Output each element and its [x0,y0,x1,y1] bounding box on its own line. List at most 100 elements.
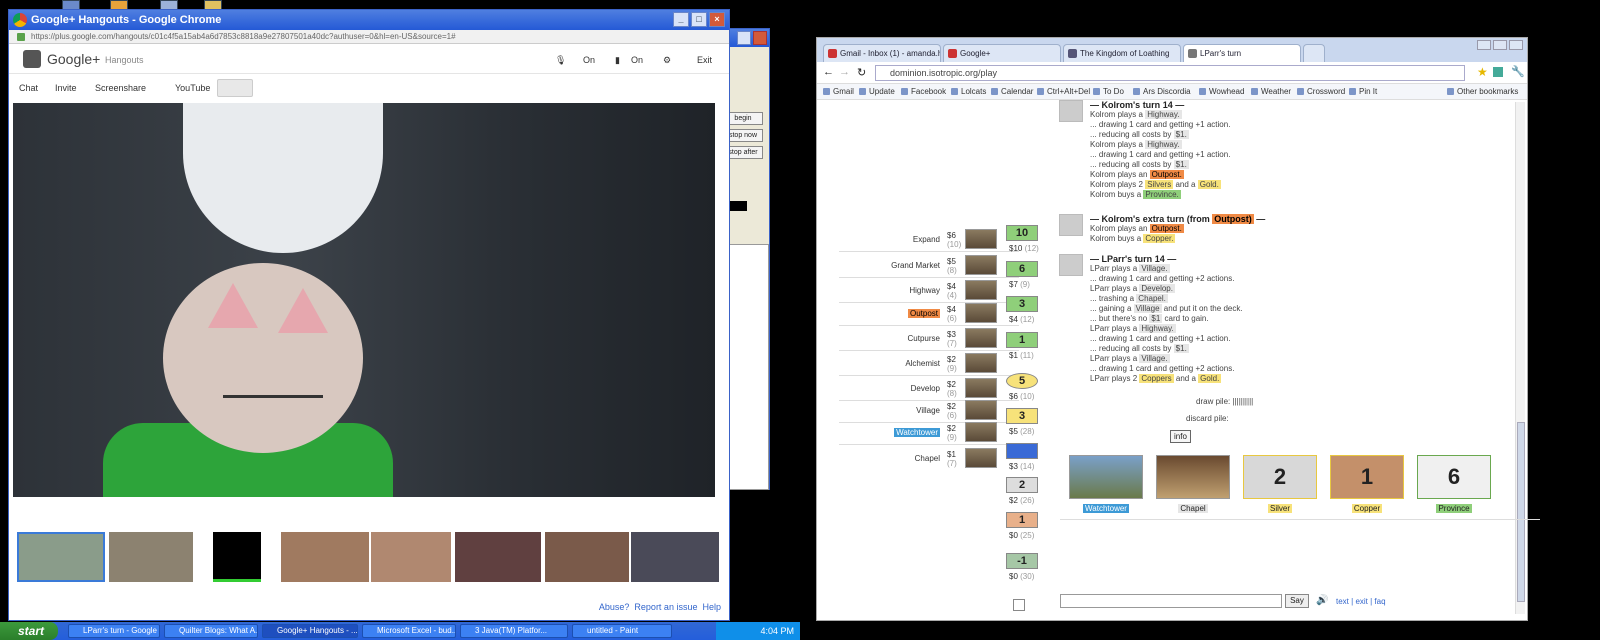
bookmark-gmail[interactable]: Gmail [823,87,854,96]
base-card[interactable]: 1 [1006,512,1038,528]
participant-thumb[interactable] [631,532,719,582]
reload-icon[interactable]: ↻ [857,66,866,79]
participant-thumb[interactable] [109,532,193,582]
taskbar-item[interactable]: Microsoft Excel - bud... [362,624,456,638]
new-tab-button[interactable] [1303,44,1325,62]
bookmark-todo[interactable]: To Do [1093,87,1124,96]
tab-kingdom-of-loathing[interactable]: The Kingdom of Loathing [1063,44,1181,62]
tab-screenshare[interactable]: Screenshare [95,83,146,93]
supply-card-image[interactable] [965,255,997,275]
base-card[interactable]: 3 [1006,296,1038,312]
maximize-icon[interactable]: □ [691,12,707,27]
supply-card-image[interactable] [965,378,997,398]
taskbar-item[interactable]: Google+ Hangouts - ... [262,624,358,638]
bookmark-update[interactable]: Update [859,87,895,96]
base-card[interactable]: 6 [1006,261,1038,277]
participant-thumb[interactable] [545,532,629,582]
minimize-icon[interactable] [1477,40,1491,50]
tab-chat[interactable]: Chat [19,83,38,93]
participant-thumb[interactable] [17,532,105,582]
url-bar[interactable]: https://plus.google.com/hangouts/c01c4f5… [9,30,729,44]
sound-icon[interactable]: 🔊 [1316,595,1328,606]
address-bar[interactable]: dominion.isotropic.org/play [875,65,1465,81]
bookmark-wowhead[interactable]: Wowhead [1199,87,1244,96]
exit-button[interactable]: Exit [697,55,712,65]
mic-toggle[interactable]: On [583,55,595,65]
tab-youtube[interactable]: YouTube [175,83,210,93]
scrollbar-thumb[interactable] [1517,422,1525,602]
close-icon[interactable] [753,31,767,45]
popout-icon[interactable] [1013,599,1025,611]
mic-icon[interactable]: 🎙 [555,55,566,66]
supply-card-image[interactable] [965,400,997,420]
taskbar-item[interactable]: Quilter Blogs: What A... [164,624,258,638]
bookmark-crossword[interactable]: Crossword [1297,87,1345,96]
base-card[interactable]: 5 [1006,373,1038,389]
bookmark-facebook[interactable]: Facebook [901,87,946,96]
tab-effects[interactable] [217,79,253,97]
report-issue-link[interactable]: Report an issue [634,602,697,612]
gear-icon[interactable]: ⚙ [663,55,671,66]
hand-card[interactable]: 6 [1417,455,1491,499]
supply-pile-name[interactable]: Chapel [840,454,940,463]
supply-card-image[interactable] [965,229,997,249]
bookmark-lolcats[interactable]: Lolcats [951,87,986,96]
supply-pile-name[interactable]: Grand Market [840,261,940,270]
participant-thumb[interactable] [281,532,369,582]
help-link[interactable]: Help [702,602,721,612]
hand-card[interactable]: 1 [1330,455,1404,499]
bookmark-ctrlaltdel[interactable]: Ctrl+Alt+Del [1037,87,1090,96]
page-scrollbar[interactable] [1515,102,1525,614]
supply-pile-name[interactable]: Highway [840,286,940,295]
say-button[interactable]: Say [1285,594,1309,608]
supply-pile-name[interactable]: Expand [840,235,940,244]
exit-link[interactable]: exit [1355,597,1367,606]
tab-googleplus[interactable]: Google+ [943,44,1061,62]
star-icon[interactable]: ★ [1477,65,1488,79]
maximize-icon[interactable] [1493,40,1507,50]
tab-gmail[interactable]: Gmail - Inbox (1) - amanda.hil... [823,44,941,62]
supply-pile-name[interactable]: Village [840,406,940,415]
taskbar-item[interactable]: LParr's turn - Google ... [68,624,160,638]
supply-pile-name[interactable]: Alchemist [840,359,940,368]
supply-card-image[interactable] [965,422,997,442]
bookmark-other[interactable]: Other bookmarks [1447,87,1518,96]
participant-thumb[interactable] [455,532,541,582]
text-link[interactable]: text [1336,597,1349,606]
base-card[interactable]: 3 [1006,408,1038,424]
start-button[interactable]: start [0,622,58,640]
back-icon[interactable]: ← [823,66,834,78]
supply-pile-name[interactable]: Outpost [840,309,940,318]
supply-pile-name[interactable]: Cutpurse [840,334,940,343]
supply-card-image[interactable] [965,448,997,468]
tab-lparr-turn[interactable]: LParr's turn [1183,44,1301,62]
base-card[interactable]: -1 [1006,553,1038,569]
base-card[interactable]: 10 [1006,225,1038,241]
supply-pile-name[interactable]: Develop [840,384,940,393]
supply-card-image[interactable] [965,303,997,323]
tab-invite[interactable]: Invite [55,83,77,93]
extension-icon[interactable] [1493,67,1503,77]
supply-card-image[interactable] [965,328,997,348]
camera-icon[interactable]: ▮ [615,55,620,66]
supply-card-image[interactable] [965,280,997,300]
faq-link[interactable]: faq [1374,597,1385,606]
taskbar-item[interactable]: untitled - Paint [572,624,672,638]
bookmark-ars-discordia[interactable]: Ars Discordia [1133,87,1191,96]
hand-card[interactable] [1069,455,1143,499]
close-icon[interactable] [1509,40,1523,50]
supply-card-image[interactable] [965,353,997,373]
base-card[interactable]: 2 [1006,477,1038,493]
base-card[interactable] [1006,443,1038,459]
base-card[interactable]: 1 [1006,332,1038,348]
info-button[interactable]: info [1170,430,1191,443]
supply-pile-name[interactable]: Watchtower [840,428,940,437]
participant-thumb[interactable] [371,532,451,582]
chat-input[interactable] [1060,594,1282,608]
camera-toggle[interactable]: On [631,55,643,65]
abuse-link[interactable]: Abuse? [599,602,630,612]
maximize-icon[interactable] [737,31,751,45]
hand-card[interactable] [1156,455,1230,499]
forward-icon[interactable]: → [839,66,850,78]
participant-thumb[interactable] [213,532,261,582]
